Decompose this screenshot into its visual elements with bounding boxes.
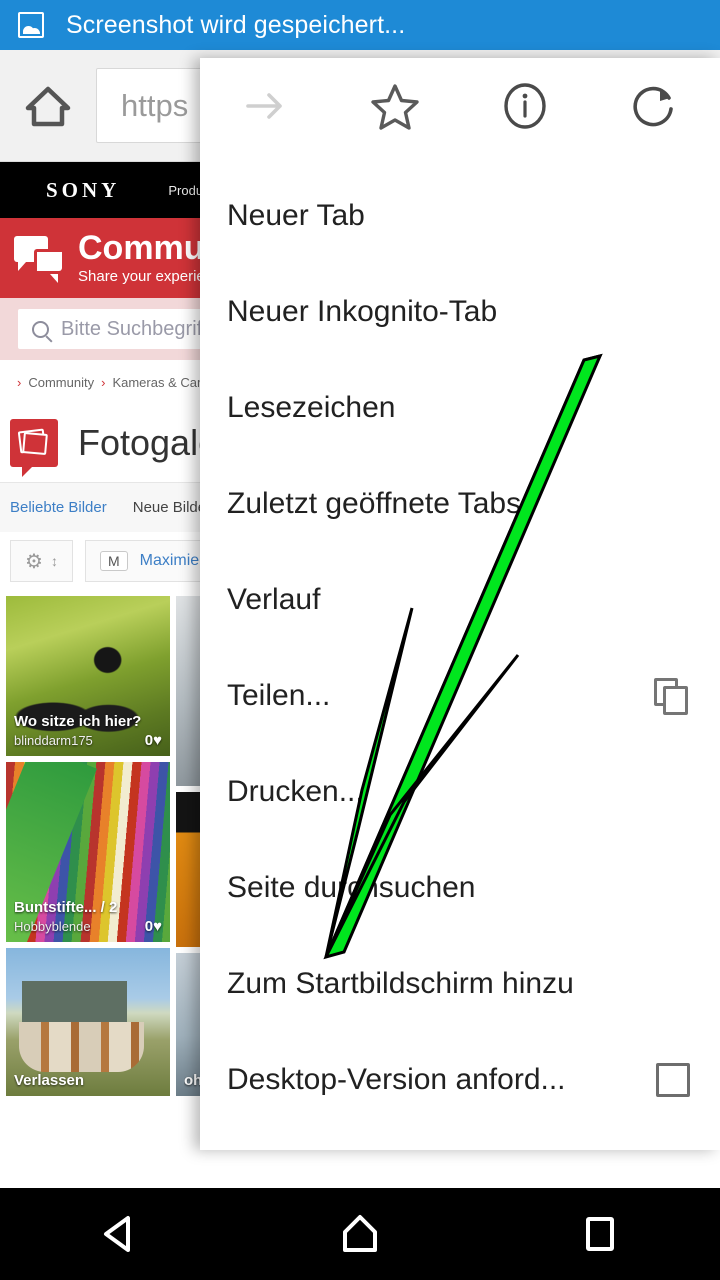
- menu-item-label: Teilen...: [227, 679, 331, 712]
- menu-item-label: Zuletzt geöffnete Tabs: [227, 487, 522, 520]
- menu-item-drucken[interactable]: Drucken...: [200, 744, 720, 840]
- recents-square-icon: [586, 1217, 614, 1251]
- menu-item-desktop-version-anfordern[interactable]: Desktop-Version anford...: [200, 1032, 720, 1128]
- thumbnail-user: blinddarm175: [14, 733, 93, 748]
- page-info-button[interactable]: [460, 81, 590, 131]
- menu-item-zum-startbildschirm-hinzu[interactable]: Zum Startbildschirm hinzu: [200, 936, 720, 1032]
- forward-button[interactable]: [200, 84, 330, 128]
- breadcrumb-sep: ›: [101, 374, 106, 390]
- thumbnail-title: Verlassen: [14, 1071, 85, 1089]
- notification-text: Screenshot wird gespeichert...: [66, 10, 406, 39]
- menu-item-label: Desktop-Version anford...: [227, 1063, 566, 1096]
- menu-item-teilen[interactable]: Teilen...: [200, 648, 720, 744]
- menu-item-label: Neuer Inkognito-Tab: [227, 295, 498, 328]
- chat-bubbles-icon: [14, 236, 62, 283]
- menu-item-label: Drucken...: [227, 775, 364, 808]
- android-screen: Screenshot wird gespeichert... https SON…: [0, 0, 720, 1280]
- breadcrumb-sep: ›: [17, 374, 22, 390]
- menu-item-label: Verlauf: [227, 583, 321, 616]
- home-button-nav[interactable]: [300, 1212, 420, 1256]
- menu-item-list: Neuer Tab Neuer Inkognito-Tab Lesezeiche…: [200, 154, 720, 1150]
- breadcrumb-item-community[interactable]: Community: [28, 375, 94, 390]
- search-icon: [32, 320, 49, 338]
- image-icon: [18, 12, 44, 38]
- thumbnail-item[interactable]: Wo sitze ich hier? blinddarm175 0♥: [6, 596, 170, 756]
- reload-icon: [633, 86, 673, 127]
- thumbnail-title: Wo sitze ich hier?: [14, 712, 142, 730]
- url-text: https: [121, 87, 189, 123]
- thumbnail-title: Buntstifte... / 2: [14, 898, 118, 916]
- photo-stack-icon: [10, 419, 58, 477]
- menu-icon-row: [200, 58, 720, 154]
- menu-item-lesezeichen[interactable]: Lesezeichen: [200, 360, 720, 456]
- notification-bar[interactable]: Screenshot wird gespeichert...: [0, 0, 720, 50]
- home-pentagon-icon: [343, 1215, 377, 1252]
- menu-item-label: Seite durchsuchen: [227, 871, 476, 904]
- menu-item-seite-durchsuchen[interactable]: Seite durchsuchen: [200, 840, 720, 936]
- shortcut-key-badge: M: [99, 551, 128, 571]
- desktop-version-checkbox[interactable]: [656, 1063, 690, 1097]
- home-icon: [25, 86, 71, 126]
- bookmark-button[interactable]: [330, 81, 460, 131]
- star-bookmark-icon: [371, 84, 419, 130]
- thumbnail-likes: 0♥: [144, 918, 162, 935]
- home-button[interactable]: [0, 84, 96, 128]
- menu-item-neuer-tab[interactable]: Neuer Tab: [200, 168, 720, 264]
- thumbnail-likes: 0♥: [144, 732, 162, 749]
- back-triangle-icon: [104, 1216, 130, 1252]
- page-title: Fotogale: [78, 422, 219, 463]
- menu-item-label: Lesezeichen: [227, 391, 396, 424]
- reload-button[interactable]: [590, 81, 720, 131]
- gear-sort-icon: ⚙: [25, 550, 43, 573]
- back-button[interactable]: [60, 1212, 180, 1256]
- grid-column-1: Wo sitze ich hier? blinddarm175 0♥ Bunts…: [6, 596, 170, 1096]
- sony-logo[interactable]: SONY: [46, 178, 120, 203]
- menu-item-label: Zum Startbildschirm hinzu: [227, 967, 574, 1000]
- thumbnail-user: Hobbyblende: [14, 919, 91, 934]
- menu-item-zuletzt-geoeffnete-tabs[interactable]: Zuletzt geöffnete Tabs: [200, 456, 720, 552]
- sort-arrows-icon: ↕: [50, 553, 58, 569]
- copy-icon: [654, 678, 690, 715]
- forward-arrow-icon: [246, 93, 282, 119]
- menu-item-label: Neuer Tab: [227, 199, 365, 232]
- page-info-icon: [504, 83, 546, 129]
- tab-beliebte-bilder[interactable]: Beliebte Bilder: [10, 499, 107, 516]
- android-nav-bar: [0, 1188, 720, 1280]
- menu-item-einstellungen[interactable]: Einstellungen: [200, 1128, 720, 1150]
- menu-item-verlauf[interactable]: Verlauf: [200, 552, 720, 648]
- sort-settings-button[interactable]: ⚙ ↕: [10, 540, 73, 582]
- thumbnail-item[interactable]: Buntstifte... / 2 Hobbyblende 0♥: [6, 762, 170, 942]
- chrome-overflow-menu: Neuer Tab Neuer Inkognito-Tab Lesezeiche…: [200, 58, 720, 1150]
- menu-item-neuer-inkognito-tab[interactable]: Neuer Inkognito-Tab: [200, 264, 720, 360]
- recents-button[interactable]: [540, 1212, 660, 1256]
- thumbnail-item[interactable]: Verlassen: [6, 948, 170, 1096]
